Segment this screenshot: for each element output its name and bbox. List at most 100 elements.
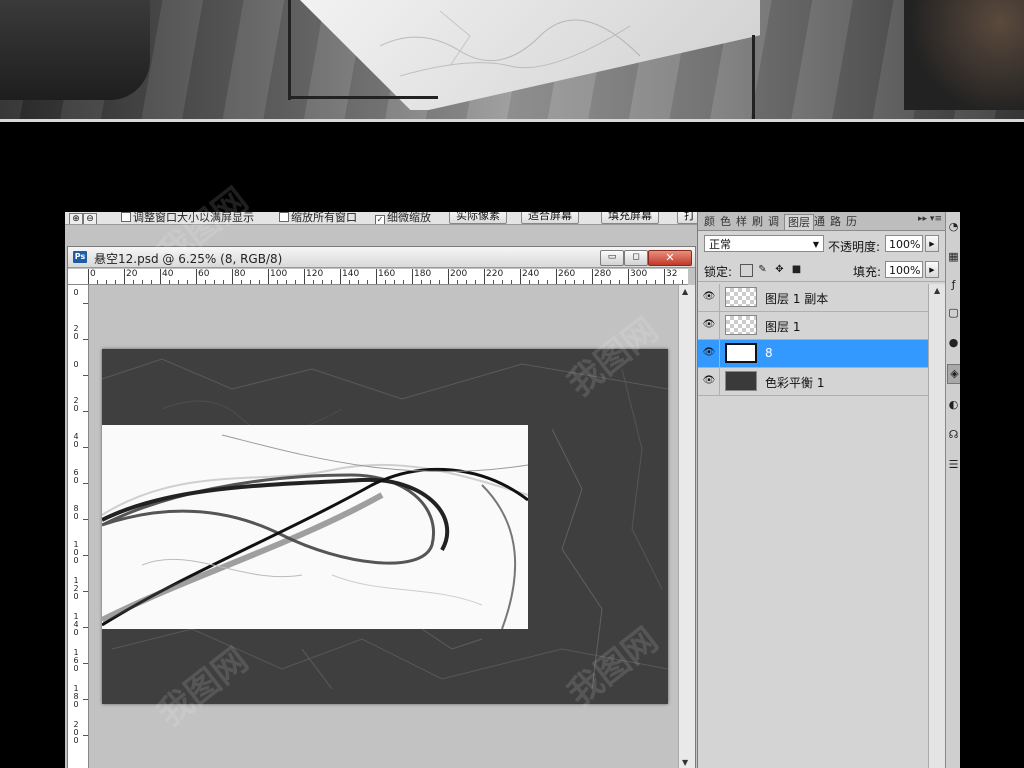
tab-panel-2[interactable]: 样 (736, 214, 747, 230)
layer-name: 色彩平衡 1 (765, 376, 825, 390)
adjust-tool-icon[interactable]: ☊ (947, 426, 960, 444)
ruler-origin[interactable] (68, 269, 89, 285)
lock-transparency-icon[interactable] (740, 264, 753, 277)
layers-tool-icon[interactable]: ☰ (947, 456, 960, 474)
lock-move-icon[interactable]: ✥ (774, 264, 785, 275)
photo-chair-right (904, 0, 1024, 110)
rotate-tool-icon[interactable]: ◔ (947, 218, 960, 236)
ruler-v-tick (83, 699, 88, 700)
ruler-h-tick (646, 280, 647, 284)
fill-screen-button[interactable]: 填充屏幕 (601, 212, 659, 224)
layer-row[interactable]: 👁 图层 1 (698, 312, 928, 340)
print-size-button[interactable]: 打 (677, 212, 697, 224)
opacity-arrow-icon[interactable]: ▶ (925, 235, 939, 252)
layer-thumbnail[interactable] (725, 287, 757, 307)
visibility-eye-icon[interactable]: 👁 (702, 347, 716, 359)
ruler-v-label: 140 (73, 612, 79, 637)
ruler-v-tick (83, 735, 88, 736)
ruler-v-tick (83, 555, 88, 556)
frame-tool-icon[interactable]: ▢ (947, 304, 960, 322)
ruler-h-tick (367, 280, 368, 284)
ruler-h-label: 32 (664, 269, 677, 284)
vertical-ruler[interactable]: 0 20 0 20 40 60 80 100 120 140 160 180 200 (68, 285, 89, 768)
path-tool-icon[interactable]: ƒ (947, 276, 960, 294)
ruler-v-label: 120 (73, 576, 79, 601)
actual-pixels-button[interactable]: 实际像素 (449, 212, 507, 224)
smoke-wave-image[interactable] (102, 425, 528, 629)
vertical-scrollbar[interactable]: ▲ ▼ (678, 285, 695, 768)
ruler-h-label: 60 (196, 269, 209, 284)
ruler-v-label: 0 (73, 288, 79, 297)
scroll-up-icon[interactable]: ▲ (934, 286, 940, 295)
layer-thumbnail[interactable] (725, 371, 757, 391)
drop-tool-icon[interactable]: ● (947, 334, 960, 352)
scroll-up-icon[interactable]: ▲ (682, 287, 688, 296)
layer-row[interactable]: 👁 色彩平衡 1 (698, 368, 928, 396)
fit-screen-button[interactable]: 适合屏幕 (521, 212, 579, 224)
ruler-h-tick (313, 280, 314, 284)
maximize-button[interactable]: ◻ (624, 250, 648, 266)
lock-brush-icon[interactable]: ✎ (757, 264, 768, 275)
fit-windows-checkbox[interactable] (121, 212, 131, 222)
ruler-h-tick (430, 280, 431, 284)
layer-row[interactable]: 👁 图层 1 副本 (698, 284, 928, 312)
stamp-tool-icon[interactable]: ◐ (947, 396, 960, 414)
document-titlebar[interactable]: Ps 悬空12.psd @ 6.25% (8, RGB/8) ▭ ◻ ✕ (68, 247, 695, 268)
zoom-all-checkbox[interactable] (279, 212, 289, 222)
layer-style-tool-icon[interactable]: ◈ (947, 364, 960, 384)
visibility-eye-icon[interactable]: 👁 (702, 319, 716, 331)
blend-mode-select[interactable]: 正常 ▼ (704, 235, 824, 252)
ruler-h-tick (511, 280, 512, 284)
tab-panel-7[interactable]: 路 (830, 214, 841, 230)
fill-input[interactable]: 100% (885, 261, 923, 278)
close-button[interactable]: ✕ (648, 250, 692, 266)
scroll-down-icon[interactable]: ▼ (682, 758, 688, 767)
panel-menu-icon[interactable]: ▸▸ ▾≡ (918, 214, 942, 224)
ruler-h-tick (295, 280, 296, 284)
ruler-h-tick (682, 280, 683, 284)
lock-all-icon[interactable]: ■ (791, 264, 802, 275)
fill-arrow-icon[interactable]: ▶ (925, 261, 939, 278)
ruler-h-tick (439, 280, 440, 284)
tab-panel-8[interactable]: 历 (846, 214, 857, 230)
visibility-eye-icon[interactable]: 👁 (702, 291, 716, 303)
ruler-h-tick (358, 280, 359, 284)
ruler-v-label: 180 (73, 684, 79, 709)
ruler-v-tick (83, 627, 88, 628)
layer-thumbnail[interactable] (725, 343, 757, 363)
ruler-h-tick (223, 280, 224, 284)
scrubby-zoom-option[interactable]: ✓ 细微缩放 (375, 212, 431, 224)
ruler-h-tick (142, 280, 143, 284)
tab-layers[interactable]: 图层 (784, 214, 814, 230)
zoom-tool-buttons[interactable]: ⊕ ⊖ (69, 212, 97, 224)
tab-panel-3[interactable]: 刷 (752, 214, 763, 230)
ruler-h-tick (385, 280, 386, 284)
panel-tabs: 颜色样刷调图层通路历 ▸▸ ▾≡ (698, 212, 946, 231)
ruler-v-label: 0 (73, 360, 79, 369)
scrubby-zoom-checkbox[interactable]: ✓ (375, 215, 385, 224)
layer-row[interactable]: 👁 8 (698, 340, 928, 368)
ruler-v-tick (83, 519, 88, 520)
tab-panel-1[interactable]: 色 (720, 214, 731, 230)
tab-panel-6[interactable]: 通 (814, 214, 825, 230)
tab-panel-4[interactable]: 调 (768, 214, 779, 230)
divider (719, 368, 720, 395)
lock-row: 锁定: ✎ ✥ ■ 填充: 100% ▶ (698, 259, 946, 282)
smoke-wave-graphic (102, 434, 528, 629)
artboard[interactable] (102, 349, 668, 704)
fit-windows-option[interactable]: 调整窗口大小以满屏显示 (121, 212, 254, 224)
opacity-input[interactable]: 100% (885, 235, 923, 252)
layer-thumbnail[interactable] (725, 315, 757, 335)
zoom-in-icon[interactable]: ⊕ (69, 213, 83, 224)
tab-panel-0[interactable]: 颜 (704, 214, 715, 230)
visibility-eye-icon[interactable]: 👁 (702, 375, 716, 387)
ruler-h-tick (547, 280, 548, 284)
minimize-button[interactable]: ▭ (600, 250, 624, 266)
grid-tool-icon[interactable]: ▦ (947, 248, 960, 266)
zoom-all-option[interactable]: 缩放所有窗口 (279, 212, 357, 224)
zoom-out-icon[interactable]: ⊖ (83, 213, 97, 224)
ruler-h-tick (394, 280, 395, 284)
canvas-area[interactable] (89, 285, 677, 768)
document-title: 悬空12.psd @ 6.25% (8, RGB/8) (94, 252, 283, 266)
horizontal-ruler[interactable]: 0 20 40 60 80 100 120 140 160 180 200 220 240 260 280 3… (88, 269, 688, 285)
